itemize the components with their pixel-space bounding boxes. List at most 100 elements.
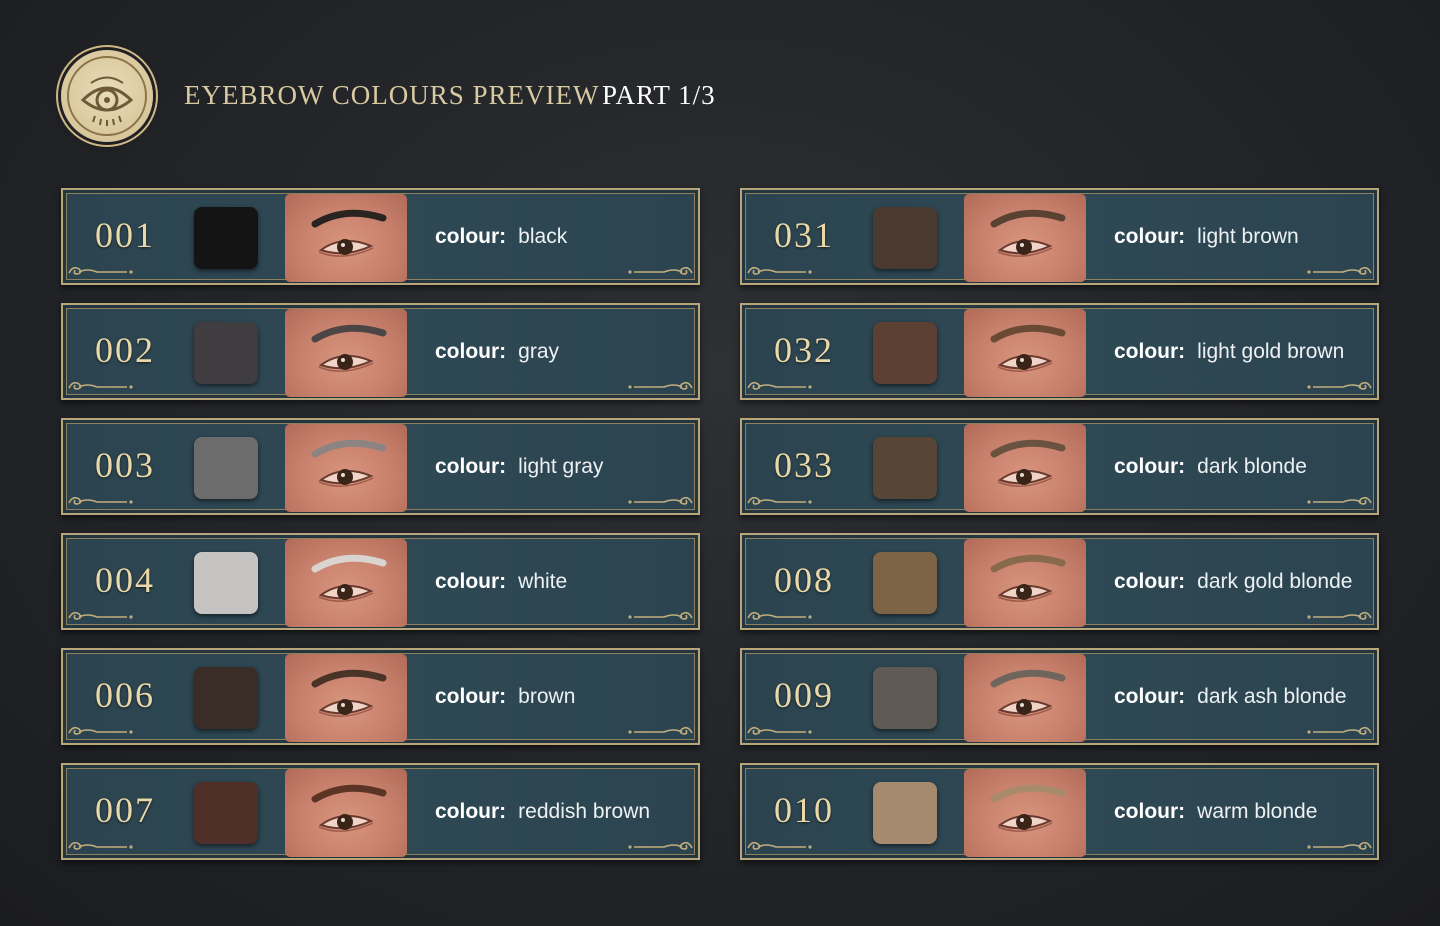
eyebrow-preview-image <box>964 309 1086 397</box>
colour-code: 010 <box>774 790 834 830</box>
colour-card[interactable]: 031 colour: light brown <box>740 188 1379 285</box>
ornament-right-icon <box>614 838 694 857</box>
colour-swatch <box>194 437 258 499</box>
colour-label-key: colour: <box>1114 800 1186 823</box>
colour-swatch <box>194 782 258 844</box>
colour-label-value: dark blonde <box>1197 455 1307 478</box>
ornament-left-icon <box>746 263 826 282</box>
colour-swatch <box>194 322 258 384</box>
colour-swatch <box>873 552 937 614</box>
ornament-left-icon <box>67 723 147 742</box>
colour-code: 009 <box>774 675 834 715</box>
eyebrow-preview-image <box>285 424 407 512</box>
colour-swatch <box>873 322 937 384</box>
eyebrow-preview-image <box>285 309 407 397</box>
eyebrow-preview-image <box>964 769 1086 857</box>
colour-label-key: colour: <box>435 685 507 708</box>
colour-label-key: colour: <box>1114 570 1186 593</box>
ornament-right-icon <box>614 723 694 742</box>
colour-label-value: warm blonde <box>1197 800 1318 823</box>
colour-swatch <box>873 207 937 269</box>
colour-label-key: colour: <box>1114 685 1186 708</box>
colour-code: 007 <box>95 790 155 830</box>
colour-swatch <box>194 207 258 269</box>
colour-swatch <box>194 552 258 614</box>
colour-code: 031 <box>774 215 834 255</box>
ornament-right-icon <box>1293 723 1373 742</box>
colour-label-key: colour: <box>435 340 507 363</box>
ornament-right-icon <box>1293 838 1373 857</box>
eyebrow-preview-image <box>285 539 407 627</box>
colour-label-value: dark gold blonde <box>1197 570 1353 593</box>
colour-label-value: reddish brown <box>518 800 651 823</box>
colour-label-value: gray <box>518 340 560 363</box>
colour-card[interactable]: 003 colour: light gray <box>61 418 700 515</box>
colour-card[interactable]: 033 colour: dark blonde <box>740 418 1379 515</box>
part-indicator: PART 1/3 <box>602 80 716 110</box>
ornament-left-icon <box>67 378 147 397</box>
eyebrow-preview-image <box>964 194 1086 282</box>
colour-code: 032 <box>774 330 834 370</box>
colour-code: 003 <box>95 445 155 485</box>
colour-code: 008 <box>774 560 834 600</box>
ornament-left-icon <box>746 838 826 857</box>
colour-label-value: light brown <box>1197 225 1299 248</box>
colour-card[interactable]: 002 colour: gray <box>61 303 700 400</box>
colour-swatch <box>873 437 937 499</box>
page-header: EYEBROW COLOURS PREVIEW PART 1/3 <box>61 50 861 142</box>
colour-code: 004 <box>95 560 155 600</box>
colour-label-value: light gray <box>518 455 604 478</box>
colour-code: 033 <box>774 445 834 485</box>
colour-swatch <box>873 667 937 729</box>
ornament-left-icon <box>746 608 826 627</box>
colour-label-key: colour: <box>1114 340 1186 363</box>
ornament-left-icon <box>67 838 147 857</box>
colour-card[interactable]: 006 colour: brown <box>61 648 700 745</box>
colour-code: 006 <box>95 675 155 715</box>
ornament-left-icon <box>746 493 826 512</box>
colour-card[interactable]: 008 colour: dark gold blonde <box>740 533 1379 630</box>
colour-code: 001 <box>95 215 155 255</box>
colour-card[interactable]: 004 colour: white <box>61 533 700 630</box>
eyebrow-preview-image <box>285 769 407 857</box>
colour-label-key: colour: <box>1114 225 1186 248</box>
ornament-right-icon <box>614 608 694 627</box>
eye-emblem-icon <box>61 50 153 142</box>
ornament-left-icon <box>67 493 147 512</box>
colour-card[interactable]: 009 colour: dark ash blonde <box>740 648 1379 745</box>
colour-label-value: black <box>518 225 568 248</box>
ornament-right-icon <box>614 493 694 512</box>
eyebrow-preview-image <box>285 654 407 742</box>
ornament-right-icon <box>1293 263 1373 282</box>
page-title: EYEBROW COLOURS PREVIEW <box>184 80 600 110</box>
ornament-right-icon <box>1293 493 1373 512</box>
colour-label-key: colour: <box>435 570 507 593</box>
eyebrow-preview-image <box>964 654 1086 742</box>
ornament-right-icon <box>1293 378 1373 397</box>
colour-card[interactable]: 032 colour: light gold brown <box>740 303 1379 400</box>
colour-label-value: brown <box>518 685 576 708</box>
ornament-left-icon <box>746 378 826 397</box>
colour-label-key: colour: <box>435 225 507 248</box>
ornament-left-icon <box>67 608 147 627</box>
ornament-right-icon <box>1293 608 1373 627</box>
ornament-left-icon <box>67 263 147 282</box>
colour-card[interactable]: 010 colour: warm blonde <box>740 763 1379 860</box>
colour-label-key: colour: <box>435 800 507 823</box>
eyebrow-preview-image <box>964 539 1086 627</box>
colour-card[interactable]: 001 colour: black <box>61 188 700 285</box>
colour-label-key: colour: <box>435 455 507 478</box>
colour-label-value: dark ash blonde <box>1197 685 1347 708</box>
ornament-right-icon <box>614 263 694 282</box>
colour-card[interactable]: 007 colour: reddish brown <box>61 763 700 860</box>
ornament-right-icon <box>614 378 694 397</box>
colour-label-value: light gold brown <box>1197 340 1345 363</box>
colour-swatch <box>194 667 258 729</box>
ornament-left-icon <box>746 723 826 742</box>
eyebrow-preview-image <box>285 194 407 282</box>
colour-swatch <box>873 782 937 844</box>
eyebrow-preview-image <box>964 424 1086 512</box>
colour-label-key: colour: <box>1114 455 1186 478</box>
colour-label-value: white <box>518 570 568 593</box>
colour-code: 002 <box>95 330 155 370</box>
